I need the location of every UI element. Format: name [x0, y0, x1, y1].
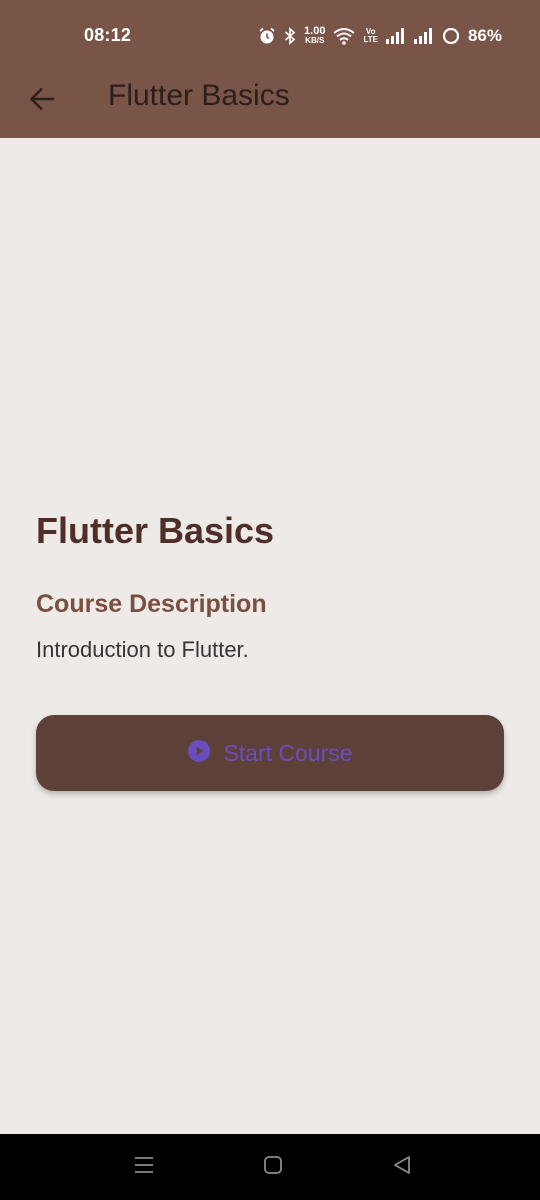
back-button[interactable]: [20, 79, 64, 123]
status-icons: 1.00 KB/S Vo LTE 86%: [258, 22, 502, 50]
network-speed-unit: KB/S: [305, 36, 325, 45]
app-bar-title: Flutter Basics: [108, 79, 290, 112]
course-detail-screen: 08:12 1.00 KB/S Vo LTE 86% Flutter Basic…: [0, 0, 540, 1200]
course-title: Flutter Basics: [36, 510, 275, 551]
start-course-button[interactable]: Start Course: [36, 715, 504, 791]
menu-icon: [134, 1155, 154, 1180]
course-description-text: Introduction to Flutter.: [36, 637, 249, 662]
recents-button[interactable]: [131, 1154, 157, 1180]
course-content: Flutter Basics Course Description Introd…: [36, 505, 504, 665]
home-square-icon: [263, 1155, 283, 1180]
status-bar: 08:12 1.00 KB/S Vo LTE 86%: [0, 0, 540, 72]
volte-bottom-text: LTE: [363, 35, 378, 44]
course-description-heading: Course Description: [36, 590, 267, 618]
start-course-label: Start Course: [223, 739, 353, 766]
status-time: 08:12: [84, 25, 132, 45]
arrow-back-icon: [28, 85, 56, 118]
system-nav-bar: [0, 1134, 540, 1200]
back-triangle-icon: [392, 1155, 412, 1180]
bluetooth-icon: [284, 27, 296, 45]
battery-percent: 86%: [467, 26, 502, 45]
volte-indicator: Vo LTE: [363, 28, 378, 44]
signal-icon-sim1: [385, 28, 406, 44]
alarm-icon: [258, 27, 276, 45]
home-button[interactable]: [260, 1154, 286, 1180]
signal-icon-sim2: [413, 28, 434, 44]
top-bar: 08:12 1.00 KB/S Vo LTE 86% Flutter Basic…: [0, 0, 540, 138]
network-speed: 1.00 KB/S: [304, 25, 326, 46]
wifi-icon: [333, 27, 356, 45]
network-speed-value: 1.00: [304, 25, 326, 37]
system-back-button[interactable]: [389, 1154, 415, 1180]
battery-icon: [442, 27, 460, 45]
app-bar: Flutter Basics: [0, 72, 540, 138]
play-circle-icon: [187, 739, 211, 768]
